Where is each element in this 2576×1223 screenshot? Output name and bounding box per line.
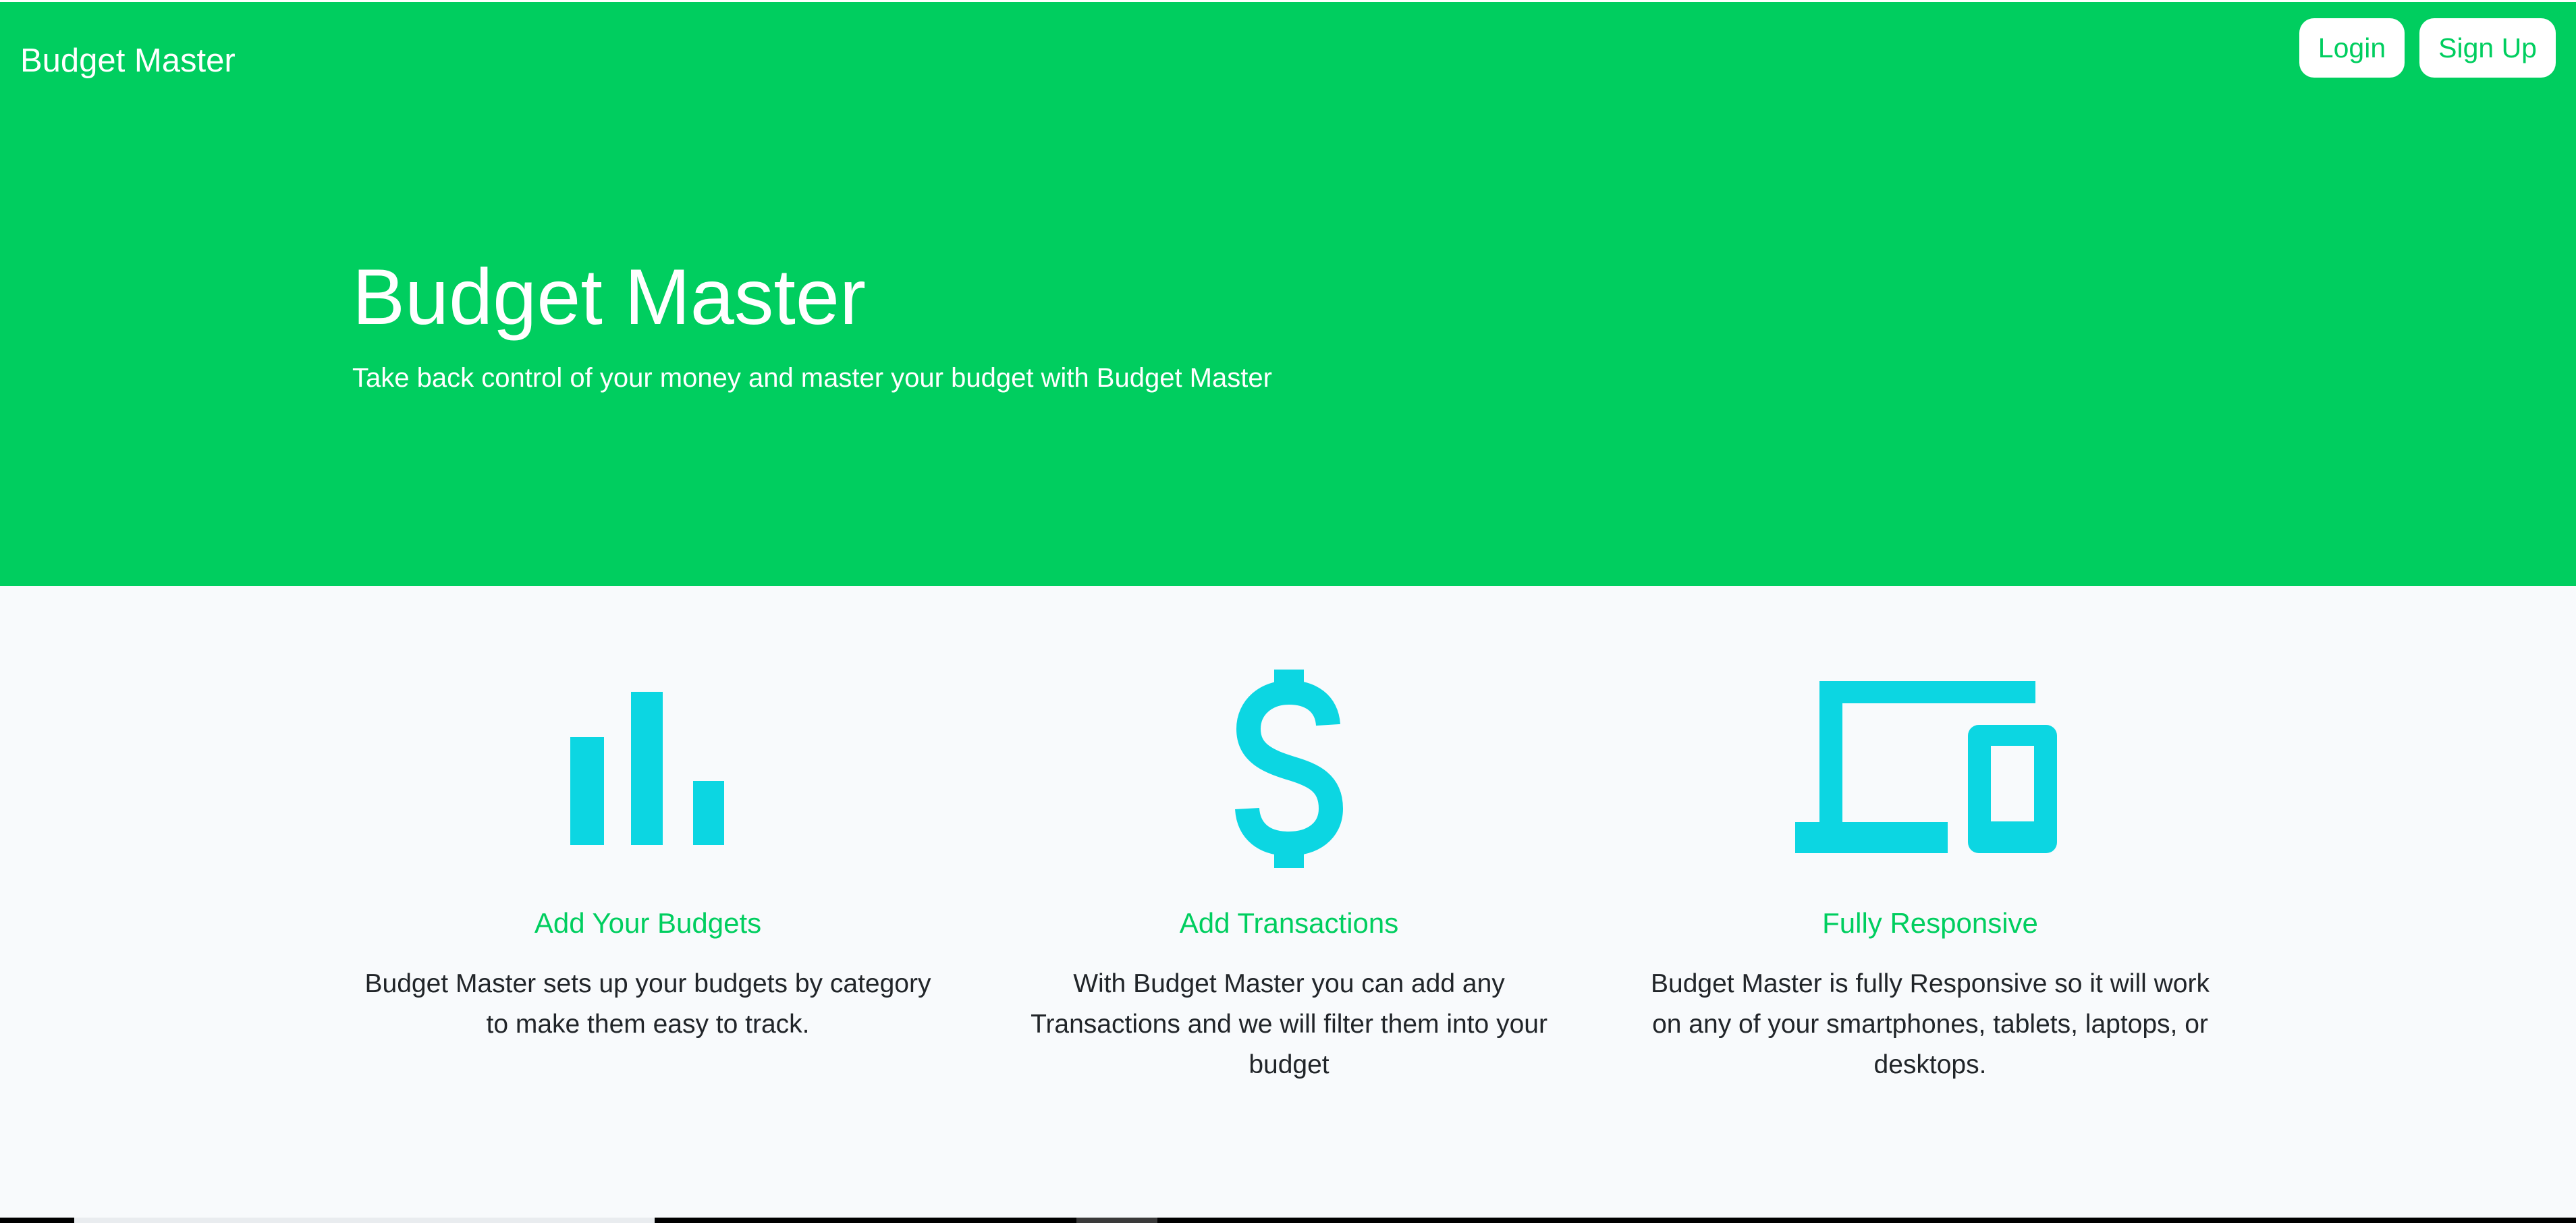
signup-button[interactable]: Sign Up <box>2419 18 2556 78</box>
feature-description: With Budget Master you can add any Trans… <box>1031 969 1547 1079</box>
feature-title: Add Your Budgets <box>534 907 762 939</box>
hero-subtitle: Take back control of your money and mast… <box>352 363 1272 393</box>
bar-chart-icon <box>344 670 952 872</box>
feature-title: Add Transactions <box>1179 907 1399 939</box>
brand-link[interactable]: Budget Master <box>20 38 236 84</box>
nav-buttons: Login Sign Up <box>2299 18 2556 78</box>
navbar: Budget Master Login Sign Up <box>0 0 2576 121</box>
devices-icon <box>1626 670 2234 872</box>
feature-title: Fully Responsive <box>1822 907 2038 939</box>
login-button[interactable]: Login <box>2299 18 2405 78</box>
scrollbar-thumb[interactable] <box>74 1218 655 1223</box>
bottom-scrollbar-strip <box>0 1218 2576 1223</box>
feature-description: Budget Master is fully Responsive so it … <box>1651 969 2210 1079</box>
feature-description: Budget Master sets up your budgets by ca… <box>364 969 931 1039</box>
dollar-sign-icon <box>985 670 1593 872</box>
hero-title: Budget Master <box>352 252 866 341</box>
scrollbar-marker <box>1076 1218 1157 1223</box>
hero-section: Budget Master Login Sign Up Budget Maste… <box>0 0 2576 586</box>
features-section: Add Your Budgets Budget Master sets up y… <box>0 586 2576 1218</box>
